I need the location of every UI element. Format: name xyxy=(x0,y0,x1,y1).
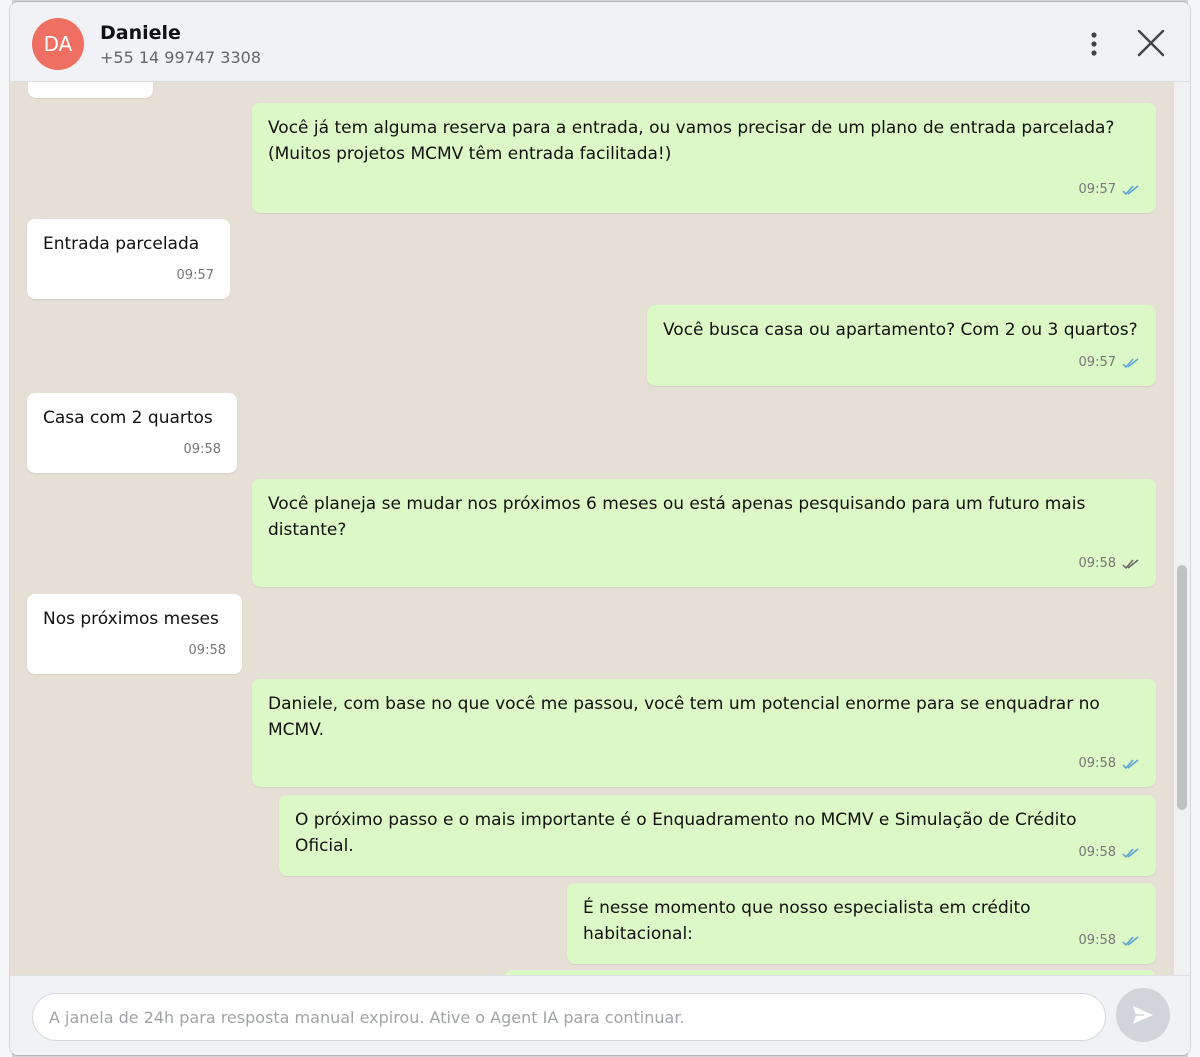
message-time: 09:58 xyxy=(1078,845,1116,860)
message-time: 09:57 xyxy=(1078,355,1116,370)
message-meta: 09:58 xyxy=(1079,928,1140,954)
contact-phone: +55 14 99747 3308 xyxy=(100,48,261,67)
message-time: 09:58 xyxy=(188,643,226,658)
message-meta: 09:58 xyxy=(1079,551,1140,577)
message-bubble-partial xyxy=(28,82,153,98)
double-check-icon xyxy=(1122,357,1140,369)
message-time: 09:58 xyxy=(1078,756,1116,771)
message-meta: 09:58 xyxy=(1079,751,1140,777)
message-text: Casa com 2 quartos xyxy=(43,408,213,428)
message-meta: 09:57 xyxy=(177,263,214,289)
message-bubble: Você busca casa ou apartamento? Com 2 ou… xyxy=(647,305,1156,386)
contact-name: Daniele xyxy=(100,22,181,44)
message-bubble: Entrada parcelada 09:57 xyxy=(27,219,230,299)
more-options-button[interactable] xyxy=(1080,28,1108,60)
message-bubble: Daniele, com base no que você me passou,… xyxy=(252,679,1156,787)
message-bubble: Nos próximos meses 09:58 xyxy=(27,594,242,674)
message-bubble: Casa com 2 quartos 09:58 xyxy=(27,393,237,473)
message-bubble: O próximo passo e o mais importante é o … xyxy=(279,795,1156,876)
avatar: DA xyxy=(32,18,84,70)
message-meta: 09:58 xyxy=(184,437,221,463)
message-bubble: Você já tem alguma reserva para a entrad… xyxy=(252,103,1156,213)
message-bubble: Você planeja se mudar nos próximos 6 mes… xyxy=(252,479,1156,587)
scrollbar-thumb[interactable] xyxy=(1177,565,1187,810)
message-meta: 09:58 xyxy=(1079,840,1140,866)
message-time: 09:58 xyxy=(183,442,221,457)
message-input[interactable] xyxy=(32,993,1106,1041)
send-button[interactable] xyxy=(1116,988,1170,1042)
double-check-icon xyxy=(1122,847,1140,859)
message-text: Você busca casa ou apartamento? Com 2 ou… xyxy=(663,320,1138,340)
message-text: É nesse momento que nosso especialista e… xyxy=(583,898,1031,944)
message-text: Você já tem alguma reserva para a entrad… xyxy=(268,118,1115,164)
message-text: Nos próximos meses xyxy=(43,609,219,629)
double-check-icon xyxy=(1122,558,1140,570)
double-check-icon xyxy=(1122,184,1140,196)
message-bubble: É nesse momento que nosso especialista e… xyxy=(567,883,1156,964)
send-icon xyxy=(1133,1006,1153,1024)
message-time: 09:58 xyxy=(1078,933,1116,948)
chat-header: DA Daniele +55 14 99747 3308 xyxy=(10,2,1190,82)
message-text: Entrada parcelada xyxy=(43,234,200,254)
message-meta: 09:58 xyxy=(189,638,226,664)
message-meta: 09:57 xyxy=(1079,350,1140,376)
message-meta: 09:57 xyxy=(1079,177,1140,203)
double-check-icon xyxy=(1122,758,1140,770)
chat-modal: DA Daniele +55 14 99747 3308 Você já tem… xyxy=(10,2,1190,1055)
message-text: Daniele, com base no que você me passou,… xyxy=(268,694,1100,740)
close-icon xyxy=(1137,29,1165,57)
more-vertical-icon xyxy=(1091,32,1097,56)
message-list[interactable]: Você já tem alguma reserva para a entrad… xyxy=(10,82,1190,975)
scrollbar-track[interactable] xyxy=(1174,82,1190,975)
double-check-icon xyxy=(1122,935,1140,947)
message-time: 09:58 xyxy=(1078,556,1116,571)
close-button[interactable] xyxy=(1134,26,1168,60)
message-text: O próximo passo e o mais importante é o … xyxy=(295,810,1077,856)
message-time: 09:57 xyxy=(176,268,214,283)
message-text: Você planeja se mudar nos próximos 6 mes… xyxy=(268,494,1086,540)
message-time: 09:57 xyxy=(1078,182,1116,197)
composer xyxy=(10,975,1190,1055)
